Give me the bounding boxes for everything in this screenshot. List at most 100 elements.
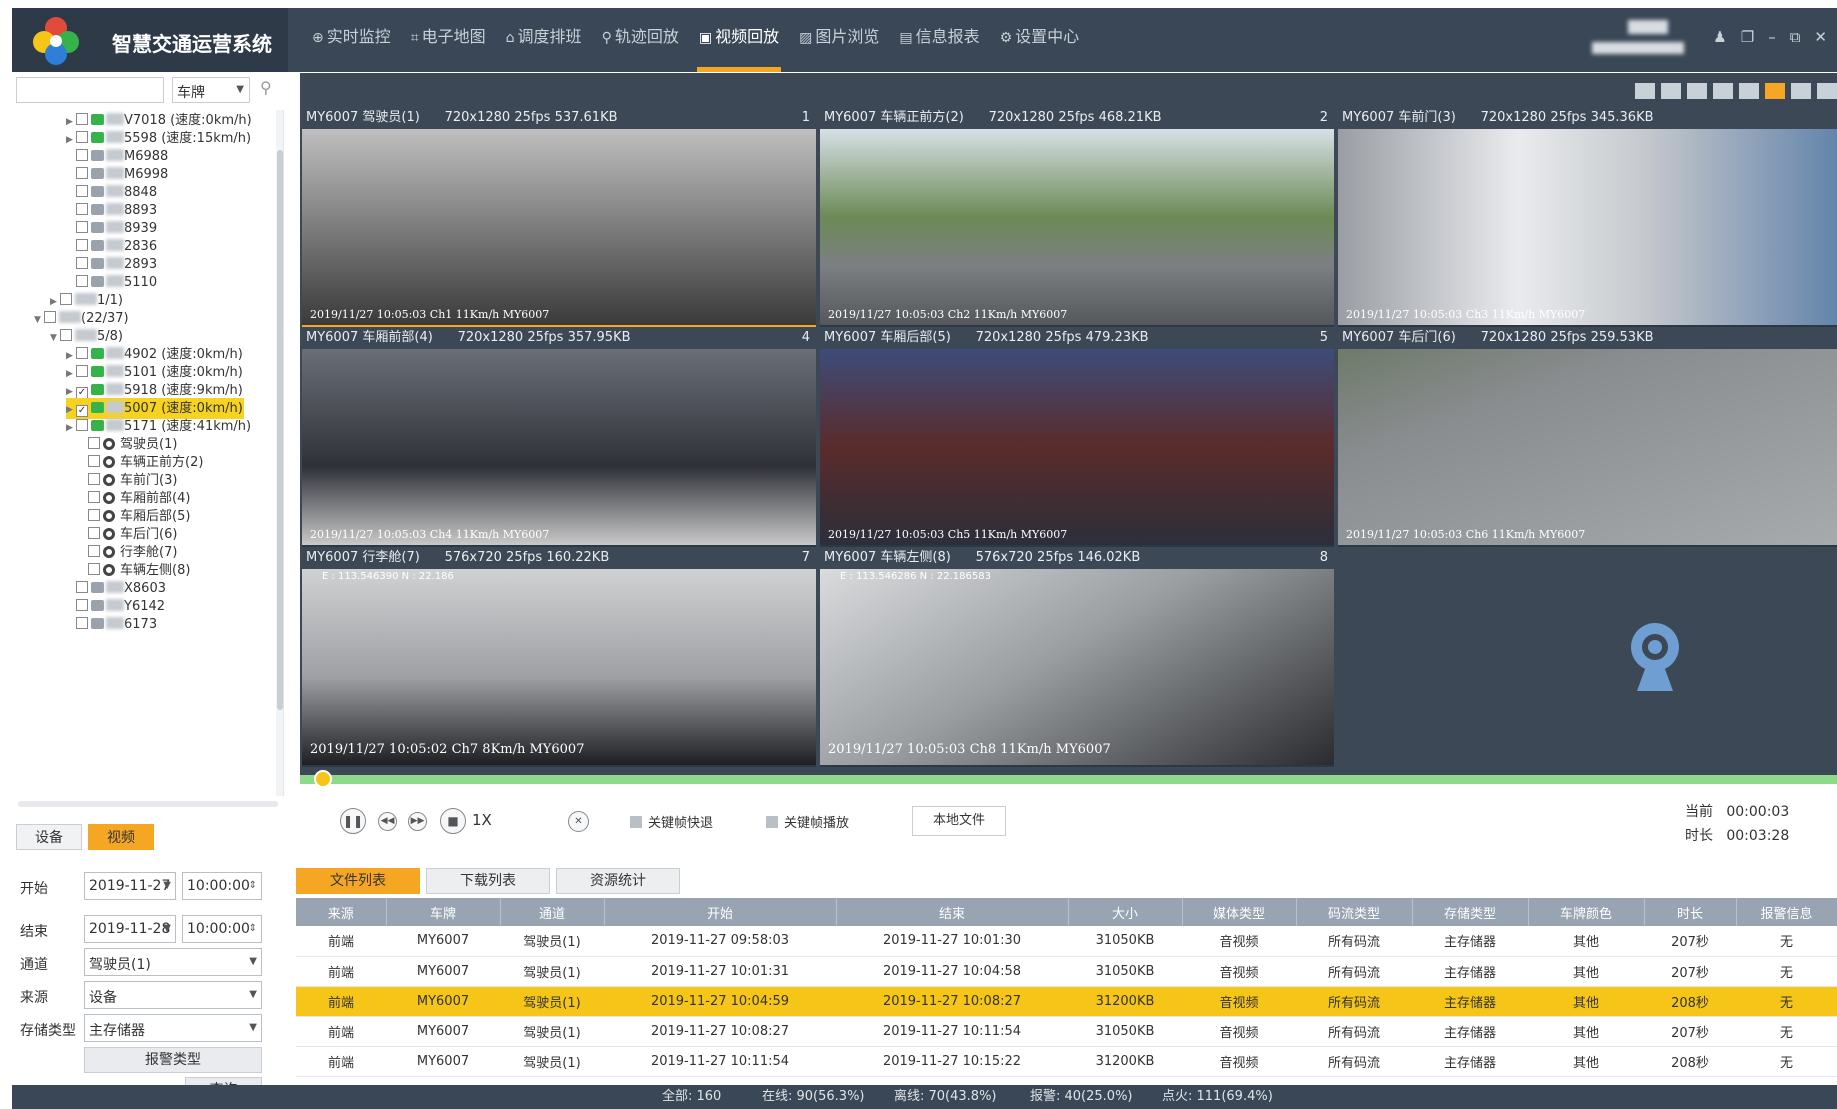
rewind-button[interactable]: ◀◀	[378, 812, 397, 831]
layout-6-icon[interactable]	[1713, 83, 1733, 99]
tree-vehicle-item[interactable]: 6173	[66, 614, 157, 635]
playback-progress-bar[interactable]	[300, 775, 1837, 784]
video-cell[interactable]: MY6007 车后门(6) 720x1280 25fps 259.53KB620…	[1338, 327, 1837, 547]
checkbox[interactable]	[44, 311, 56, 323]
tab-device[interactable]: 设备	[16, 824, 82, 850]
search-icon[interactable]: ⚲	[260, 78, 278, 97]
pause-button[interactable]: ❚❚	[340, 808, 366, 834]
start-date-field[interactable]: 2019-11-27 ▼	[84, 872, 176, 900]
key-frame-rewind-checkbox[interactable]: 关键帧快退	[630, 812, 713, 831]
column-header[interactable]: 码流类型	[1296, 898, 1413, 926]
checkbox[interactable]	[60, 293, 72, 305]
checkbox[interactable]	[88, 563, 100, 575]
checkbox[interactable]	[88, 473, 100, 485]
video-cell[interactable]: MY6007 车前门(3) 720x1280 25fps 345.36KB320…	[1338, 107, 1837, 327]
checkbox[interactable]	[76, 185, 88, 197]
table-row[interactable]: 前端 MY6007 驾驶员(1) 2019-11-27 10:01:31 2019-11…	[296, 956, 1837, 987]
tab-resource-stats[interactable]: 资源统计	[556, 868, 680, 894]
local-file-button[interactable]: 本地文件	[912, 806, 1006, 836]
close-playback-button[interactable]: ✕	[568, 811, 589, 832]
alarm-type-button[interactable]: 报警类型	[84, 1047, 262, 1073]
spinner-icon[interactable]: ⇕	[249, 880, 257, 891]
tree-hscrollbar[interactable]	[18, 801, 278, 807]
video-cell[interactable]: MY6007 行李舱(7) 576x720 25fps 160.22KB 7 E :…	[302, 547, 816, 767]
layout-9-icon[interactable]	[1765, 83, 1785, 99]
video-cell[interactable]: MY6007 车厢前部(4) 720x1280 25fps 357.95KB 4 2…	[302, 327, 816, 547]
nav-item-5[interactable]: ▨ 图片浏览	[789, 8, 889, 72]
column-header[interactable]: 车牌颜色	[1528, 898, 1645, 926]
column-header[interactable]: 通道	[500, 898, 605, 926]
source-select[interactable]: 设备 ▼	[84, 981, 262, 1009]
nav-item-6[interactable]: ▤ 信息报表	[889, 8, 989, 72]
copy-icon[interactable]: ❐	[1741, 28, 1754, 46]
checkbox[interactable]	[88, 491, 100, 503]
fullscreen-icon[interactable]	[1635, 83, 1655, 99]
channel-select[interactable]: 驾驶员(1) ▼	[84, 948, 262, 976]
nav-item-0[interactable]: ⊕ 实时监控	[302, 8, 401, 72]
storage-select[interactable]: 主存储器 ▼	[84, 1014, 262, 1042]
checkbox[interactable]	[88, 455, 100, 467]
nav-item-1[interactable]: ⌗ 电子地图	[401, 8, 496, 72]
fast-forward-button[interactable]: ▶▶	[408, 812, 427, 831]
checkbox[interactable]	[76, 257, 88, 269]
restore-icon[interactable]: ⧉	[1790, 28, 1801, 46]
end-date-field[interactable]: 2019-11-28 ▼	[84, 915, 176, 943]
close-icon[interactable]: ✕	[1814, 28, 1827, 46]
nav-item-4[interactable]: ▣ 视频回放	[689, 8, 789, 72]
checkbox[interactable]	[76, 239, 88, 251]
table-row[interactable]: 前端 MY6007 驾驶员(1) 2019-11-27 10:04:59 2019-11…	[296, 986, 1837, 1017]
video-cell[interactable]: MY6007 车厢后部(5) 720x1280 25fps 479.23KB 5 2…	[820, 327, 1334, 547]
key-frame-play-checkbox[interactable]: 关键帧播放	[766, 812, 849, 831]
search-input[interactable]	[16, 77, 164, 103]
layout-4-icon[interactable]	[1687, 83, 1707, 99]
column-header[interactable]: 媒体类型	[1182, 898, 1297, 926]
checkbox[interactable]	[76, 347, 88, 359]
layout-8-icon[interactable]	[1739, 83, 1759, 99]
tab-download-list[interactable]: 下载列表	[426, 868, 550, 894]
checkbox[interactable]	[76, 167, 88, 179]
checkbox[interactable]	[76, 221, 88, 233]
progress-handle[interactable]	[314, 770, 333, 788]
layout-16-icon[interactable]	[1817, 83, 1837, 99]
nav-item-7[interactable]: ⚙ 设置中心	[990, 8, 1090, 72]
expand-arrow-icon[interactable]: ▼	[34, 310, 44, 331]
tree-scrollbar[interactable]	[276, 110, 283, 796]
checkbox[interactable]	[76, 131, 88, 143]
column-header[interactable]: 来源	[296, 898, 387, 926]
start-time-field[interactable]: 10:00:00 ⇕	[182, 872, 262, 900]
layout-1-icon[interactable]	[1661, 83, 1681, 99]
nav-item-2[interactable]: ⌂ 调度排班	[496, 8, 592, 72]
nav-item-3[interactable]: ⚲ 轨迹回放	[592, 8, 689, 72]
checkbox[interactable]	[60, 329, 72, 341]
table-row[interactable]: 前端 MY6007 驾驶员(1) 2019-11-27 09:58:03 2019-11…	[296, 926, 1837, 957]
search-type-select[interactable]: 车牌 ▼	[172, 77, 250, 103]
speed-label[interactable]: 1X	[472, 811, 492, 829]
table-row[interactable]: 前端 MY6007 驾驶员(1) 2019-11-27 10:08:27 2019-11…	[296, 1016, 1837, 1047]
checkbox[interactable]	[88, 509, 100, 521]
checkbox[interactable]	[88, 437, 100, 449]
checkbox[interactable]	[76, 149, 88, 161]
stop-button[interactable]: ■	[440, 808, 466, 834]
column-header[interactable]: 时长	[1644, 898, 1737, 926]
checkbox[interactable]	[76, 275, 88, 287]
column-header[interactable]: 开始	[604, 898, 837, 926]
checkbox[interactable]	[76, 581, 88, 593]
tab-video[interactable]: 视频	[88, 824, 154, 850]
checkbox[interactable]	[88, 527, 100, 539]
table-row[interactable]: 前端 MY6007 驾驶员(1) 2019-11-27 10:11:54 2019-11…	[296, 1046, 1837, 1077]
video-cell[interactable]: MY6007 车辆正前方(2) 720x1280 25fps 468.21KB 2…	[820, 107, 1334, 327]
video-cell[interactable]: MY6007 驾驶员(1) 720x1280 25fps 537.61KB 1 20…	[302, 107, 816, 327]
spinner-icon[interactable]: ⇕	[249, 923, 257, 934]
end-time-field[interactable]: 10:00:00 ⇕	[182, 915, 262, 943]
column-header[interactable]: 车牌	[386, 898, 501, 926]
video-cell[interactable]: MY6007 车辆左侧(8) 576x720 25fps 146.02KB 8 E …	[820, 547, 1334, 767]
layout-10-icon[interactable]	[1791, 83, 1811, 99]
checkbox[interactable]	[76, 365, 88, 377]
expand-arrow-icon[interactable]: ▼	[50, 328, 60, 349]
expand-arrow-icon[interactable]: ▶	[66, 418, 76, 439]
column-header[interactable]: 大小	[1068, 898, 1183, 926]
checkbox[interactable]	[76, 113, 88, 125]
checkbox[interactable]	[76, 203, 88, 215]
tab-file-list[interactable]: 文件列表	[296, 868, 420, 894]
checkbox[interactable]	[76, 599, 88, 611]
